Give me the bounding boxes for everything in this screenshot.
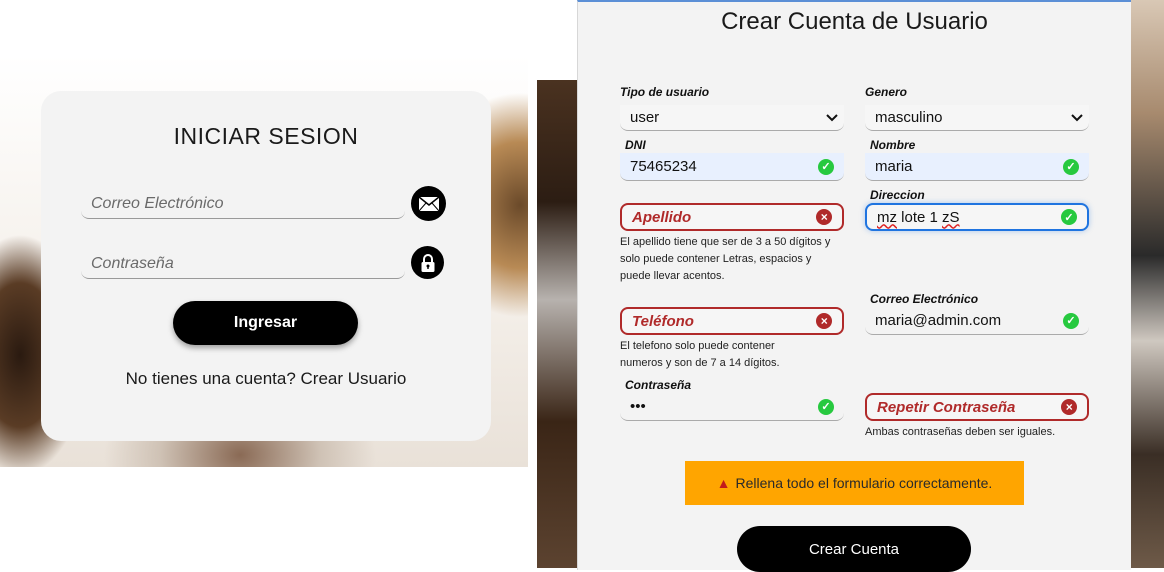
dni-label: DNI xyxy=(625,138,646,152)
envelope-icon xyxy=(411,186,446,221)
check-circle-icon: ✓ xyxy=(818,398,834,415)
repetir-contrasena-placeholder: Repetir Contraseña xyxy=(877,398,1016,416)
x-circle-icon: × xyxy=(1061,399,1077,415)
telefono-input[interactable]: Teléfono × xyxy=(620,307,844,335)
direccion-value-part-b: lote 1 xyxy=(897,208,943,226)
telefono-placeholder: Teléfono xyxy=(632,312,694,330)
dni-value: 75465234 xyxy=(630,158,697,175)
correo-input[interactable]: maria@admin.com ✓ xyxy=(865,307,1089,335)
chevron-down-icon xyxy=(1071,113,1083,121)
telefono-error-message: El telefono solo puede contener numeros … xyxy=(620,340,780,369)
check-circle-icon: ✓ xyxy=(1061,209,1077,225)
login-password-field[interactable] xyxy=(81,250,405,279)
dni-input[interactable]: 75465234 ✓ xyxy=(620,153,844,181)
nombre-input[interactable]: maria ✓ xyxy=(865,153,1089,181)
lock-icon xyxy=(411,246,444,279)
contrasena-value: ••• xyxy=(630,398,646,415)
tipo-usuario-value: user xyxy=(630,109,660,126)
nombre-label: Nombre xyxy=(870,138,916,152)
create-account-button[interactable]: Crear Cuenta xyxy=(737,526,971,572)
form-alert-text: Rellena todo el formulario correctamente… xyxy=(735,475,993,491)
nombre-value: maria xyxy=(875,158,913,175)
login-card: INICIAR SESION Ingresar No tienes una cu… xyxy=(41,91,491,441)
background-photo-middle xyxy=(537,80,579,568)
contrasena-input[interactable]: ••• ✓ xyxy=(620,393,844,421)
apellido-placeholder: Apellido xyxy=(632,208,692,226)
no-account-label: No tienes una cuenta? xyxy=(125,369,296,388)
genero-label: Genero xyxy=(865,85,908,99)
warning-icon: ▲ xyxy=(716,475,731,491)
x-circle-icon: × xyxy=(816,209,832,225)
register-title: Crear Cuenta de Usuario xyxy=(721,8,988,35)
check-circle-icon: ✓ xyxy=(818,158,834,175)
create-user-link[interactable]: Crear Usuario xyxy=(301,369,407,388)
login-title: INICIAR SESION xyxy=(173,123,359,149)
correo-label: Correo Electrónico xyxy=(870,292,979,306)
apellido-input[interactable]: Apellido × xyxy=(620,203,844,231)
correo-value: maria@admin.com xyxy=(875,312,1002,329)
form-alert: ▲ Rellena todo el formulario correctamen… xyxy=(685,461,1024,505)
genero-select[interactable]: masculino xyxy=(865,105,1089,131)
repetir-contrasena-input[interactable]: Repetir Contraseña × xyxy=(865,393,1089,421)
apellido-error-message: El apellido tiene que ser de 3 a 50 dígi… xyxy=(620,236,831,282)
register-panel: Crear Cuenta de Usuario Tipo de usuario … xyxy=(577,0,1131,572)
contrasena-label: Contraseña xyxy=(625,378,692,392)
login-password-input[interactable] xyxy=(81,250,405,278)
x-circle-icon: × xyxy=(816,313,832,329)
direccion-value-part-a: mz xyxy=(877,208,897,226)
genero-value: masculino xyxy=(875,109,943,126)
check-circle-icon: ✓ xyxy=(1063,158,1079,175)
direccion-value-part-c: zS xyxy=(942,208,960,226)
repetir-contrasena-error-message: Ambas contraseñas deben ser iguales. xyxy=(865,426,1056,438)
chevron-down-icon xyxy=(826,113,838,121)
tipo-usuario-label: Tipo de usuario xyxy=(620,85,710,99)
background-photo-right xyxy=(1130,0,1164,568)
login-submit-button[interactable]: Ingresar xyxy=(173,301,358,345)
direccion-input[interactable]: mz lote 1 zS ✓ xyxy=(865,203,1089,231)
direccion-label: Direccion xyxy=(870,188,925,202)
login-email-field[interactable] xyxy=(81,190,405,219)
no-account-text: No tienes una cuenta? Crear Usuario xyxy=(41,369,491,389)
login-email-input[interactable] xyxy=(81,190,405,218)
check-circle-icon: ✓ xyxy=(1063,312,1079,329)
tipo-usuario-select[interactable]: user xyxy=(620,105,844,131)
direccion-value: mz lote 1 zS xyxy=(877,209,1061,226)
